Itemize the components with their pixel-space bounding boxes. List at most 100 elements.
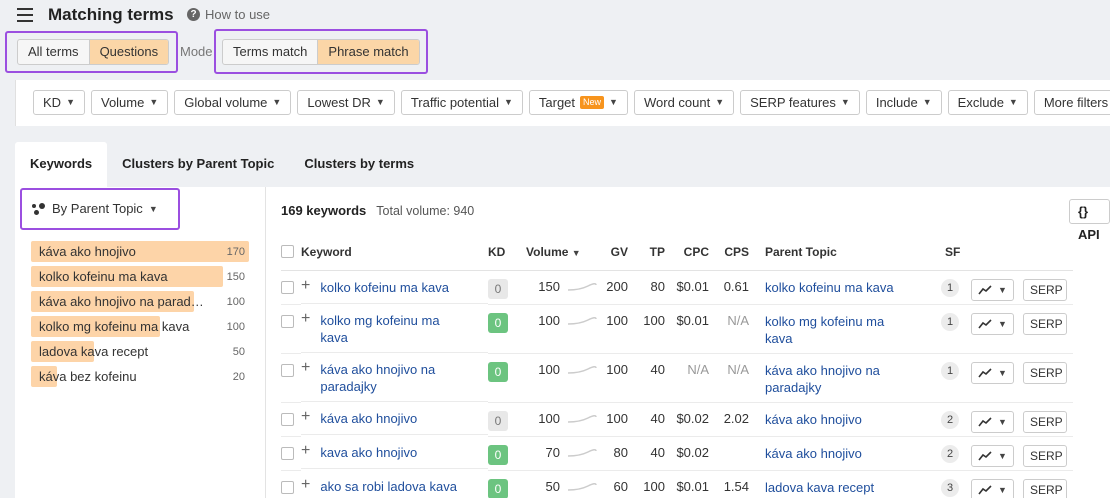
filter-target-button[interactable]: Target New ▼ [528, 90, 628, 115]
sf-badge[interactable]: 1 [941, 361, 959, 380]
trend-dropdown[interactable]: ▼ [971, 444, 1014, 467]
table-row: + ako sa robi ladova kava 0 50 60 100 $0.01 1.5… [281, 470, 1073, 498]
keyword-link[interactable]: kolko kofeinu ma kava [320, 279, 470, 303]
sf-badge[interactable]: 1 [941, 278, 959, 297]
add-icon[interactable]: + [301, 311, 310, 352]
kd-cell: 0 [488, 402, 526, 437]
keywords-pane: 169 keywords Total volume: 940 {} API Key… [266, 187, 1110, 498]
sf-badge[interactable]: 3 [941, 478, 959, 497]
keyword-cell: + kolko kofeinu ma kava [301, 271, 488, 304]
filter-word-count-button[interactable]: Word count ▼ [633, 90, 735, 115]
parent-topic-link[interactable]: káva ako hnojivo [765, 445, 895, 462]
trend-dropdown[interactable]: ▼ [971, 278, 1014, 301]
serp-button[interactable]: SERP [1023, 361, 1067, 384]
filter-global-volume-button[interactable]: Global volume ▼ [174, 90, 292, 115]
col-cpc[interactable]: CPC [665, 235, 709, 271]
kd-badge: 0 [488, 478, 508, 498]
keyword-link[interactable]: kolko mg kofeinu ma kava [320, 312, 470, 352]
filter-include-button[interactable]: Include ▼ [865, 90, 942, 115]
table-row: + káva ako hnojivo na paradajky 0 100 100 40 N… [281, 353, 1073, 403]
parent-topic-item[interactable]: ladova kava recept 50 [31, 339, 251, 364]
trend-dropdown[interactable]: ▼ [971, 478, 1014, 498]
parent-topic-item[interactable]: káva bez kofeinu 20 [31, 364, 251, 389]
row-checkbox[interactable] [281, 280, 294, 294]
parent-topic-count: 150 [226, 270, 245, 283]
menu-icon[interactable] [17, 8, 33, 22]
parent-topic-cell: káva ako hnojivo na paradajky [749, 353, 931, 403]
serp-button[interactable]: SERP [1023, 410, 1067, 433]
filter-lowest-dr-button[interactable]: Lowest DR ▼ [297, 90, 395, 115]
parent-topic-item[interactable]: káva ako hnojivo na paradajky 100 [31, 289, 251, 314]
add-icon[interactable]: + [301, 277, 310, 303]
row-checkbox[interactable] [281, 363, 294, 377]
row-checkbox[interactable] [281, 412, 294, 426]
serp-button[interactable]: SERP [1023, 478, 1067, 498]
sf-badge[interactable]: 2 [941, 444, 959, 463]
parent-topic-link[interactable]: ladova kava recept [765, 479, 895, 496]
parent-topic-item[interactable]: kolko kofeinu ma kava 150 [31, 264, 251, 289]
cpc-cell: $0.02 [665, 436, 709, 471]
filter-more-filters-button[interactable]: More filters [1033, 90, 1110, 115]
how-to-use-link[interactable]: ? How to use [187, 7, 270, 22]
filter-volume-button[interactable]: Volume ▼ [90, 90, 169, 115]
add-icon[interactable]: + [301, 477, 310, 498]
tab-clusters-terms[interactable]: Clusters by terms [289, 142, 429, 188]
kd-cell: 0 [488, 270, 526, 305]
keyword-link[interactable]: ako sa robi ladova kava [320, 478, 470, 498]
volume-value: 70 [545, 444, 560, 460]
col-volume[interactable]: Volume ▼ [526, 235, 598, 271]
row-checkbox[interactable] [281, 314, 294, 328]
add-icon[interactable]: + [301, 360, 310, 401]
volume-value: 100 [538, 361, 560, 377]
keyword-link[interactable]: kava ako hnojivo [320, 444, 470, 468]
col-gv[interactable]: GV [598, 235, 628, 271]
parent-topic-item[interactable]: kolko mg kofeinu ma kava 100 [31, 314, 251, 339]
cps-value: N/A [727, 312, 749, 328]
trend-dropdown[interactable]: ▼ [971, 361, 1014, 384]
row-checkbox[interactable] [281, 446, 294, 460]
serp-button[interactable]: SERP [1023, 278, 1067, 301]
parent-topic-item[interactable]: káva ako hnojivo 170 [31, 239, 251, 264]
trend-dropdown[interactable]: ▼ [971, 312, 1014, 335]
keyword-link[interactable]: káva ako hnojivo na paradajky [320, 361, 470, 401]
parent-topic-link[interactable]: káva ako hnojivo na paradajky [765, 362, 895, 396]
filter-serp-features-button[interactable]: SERP features ▼ [740, 90, 860, 115]
gv-value: 60 [613, 478, 628, 494]
trend-dropdown[interactable]: ▼ [971, 410, 1014, 433]
filter-exclude-button[interactable]: Exclude ▼ [947, 90, 1028, 115]
filter-label: Traffic potential [410, 95, 499, 110]
parent-topic-label: kolko kofeinu ma kava [39, 269, 168, 284]
col-cps[interactable]: CPS [709, 235, 749, 271]
api-button[interactable]: {} API [1069, 199, 1110, 242]
sf-badge[interactable]: 2 [941, 410, 959, 429]
add-icon[interactable]: + [301, 443, 310, 468]
col-tp[interactable]: TP [628, 235, 665, 271]
chevron-down-icon: ▼ [715, 97, 725, 107]
gv-cell: 100 [598, 402, 628, 437]
parent-topic-link[interactable]: kolko kofeinu ma kava [765, 279, 895, 296]
tab-clusters-parent-topic[interactable]: Clusters by Parent Topic [107, 142, 289, 188]
parent-topic-cell: kolko kofeinu ma kava [749, 270, 931, 305]
row-checkbox[interactable] [281, 480, 294, 494]
gv-cell: 60 [598, 470, 628, 498]
col-parent-topic[interactable]: Parent Topic [749, 235, 931, 271]
tab-keywords[interactable]: Keywords [15, 142, 108, 188]
trend-cell: ▼ [971, 402, 1023, 437]
filter-kd-button[interactable]: KD ▼ [33, 90, 85, 115]
select-all-checkbox[interactable] [281, 245, 294, 259]
trend-cell: ▼ [971, 304, 1023, 354]
trend-cell: ▼ [971, 270, 1023, 305]
serp-button[interactable]: SERP [1023, 312, 1067, 335]
col-kd[interactable]: KD [488, 235, 526, 271]
filter-traffic-potential-button[interactable]: Traffic potential ▼ [400, 90, 523, 115]
serp-button[interactable]: SERP [1023, 444, 1067, 467]
add-icon[interactable]: + [301, 409, 310, 434]
parent-topic-link[interactable]: kolko mg kofeinu ma kava [765, 313, 895, 347]
keyword-link[interactable]: káva ako hnojivo [320, 410, 470, 434]
col-sf[interactable]: SF [931, 235, 971, 271]
cpc-cell: $0.02 [665, 402, 709, 437]
parent-topic-link[interactable]: káva ako hnojivo [765, 411, 895, 428]
col-keyword[interactable]: Keyword [301, 235, 488, 271]
chevron-down-icon: ▼ [998, 484, 1007, 495]
sf-badge[interactable]: 1 [941, 312, 959, 331]
